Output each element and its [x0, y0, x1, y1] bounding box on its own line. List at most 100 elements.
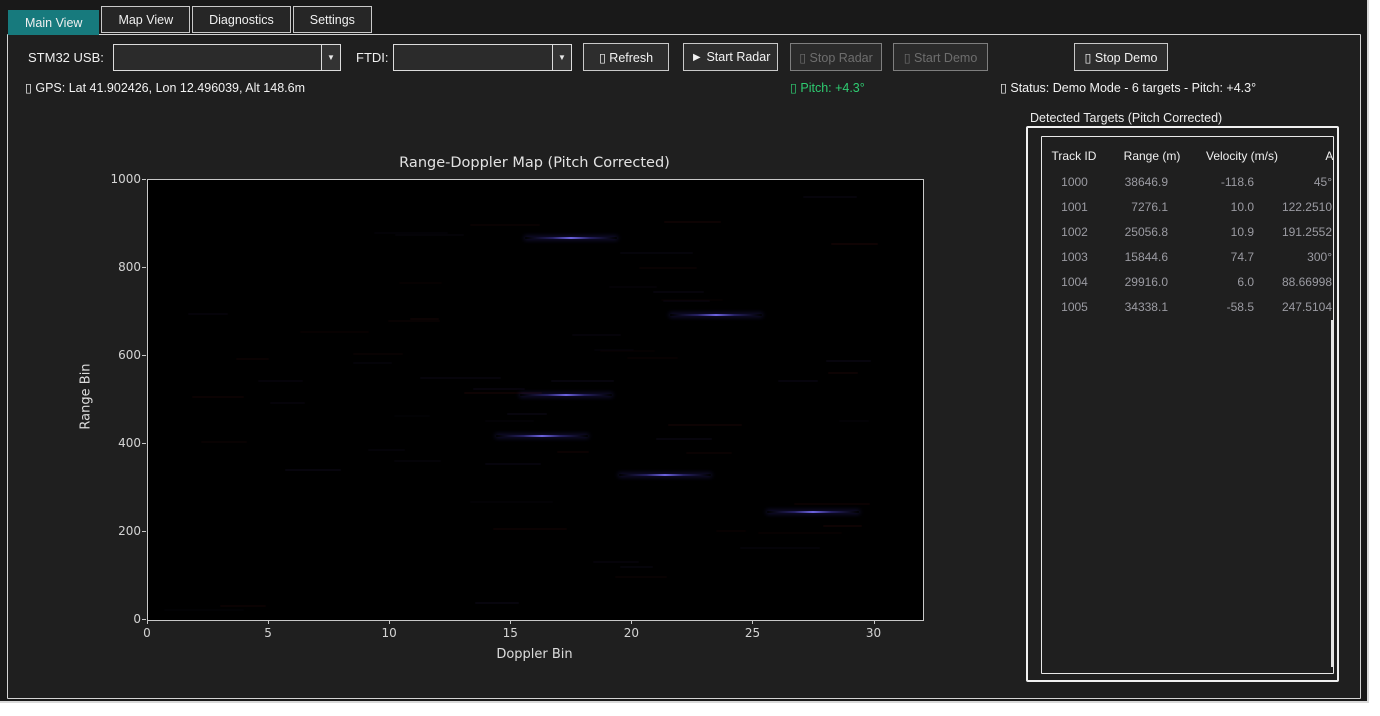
noise-speck	[475, 602, 519, 604]
cell-range-m: 15844.6	[1125, 250, 1168, 264]
target-blip	[525, 237, 617, 239]
targets-panel-title: Detected Targets (Pitch Corrected)	[1030, 111, 1222, 125]
y-tick	[142, 355, 146, 356]
noise-speck	[609, 286, 657, 288]
ftdi-combobox-value	[394, 45, 552, 70]
stm32-usb-combobox-value	[114, 45, 321, 70]
cell-track-id: 1004	[1047, 275, 1102, 289]
noise-speck	[201, 441, 246, 443]
table-row[interactable]: 10017276.110.0122.2510	[1042, 195, 1333, 220]
chart-title: Range-Doppler Map (Pitch Corrected)	[147, 155, 922, 171]
noise-speck	[823, 525, 862, 527]
x-tick-label: 25	[745, 626, 760, 640]
cell-track-id: 1002	[1047, 225, 1102, 239]
noise-speck	[627, 357, 678, 359]
start-demo-button: ▯ Start Demo	[893, 43, 988, 71]
noise-speck	[485, 463, 541, 465]
noise-speck	[740, 547, 820, 549]
target-blip	[520, 394, 612, 396]
y-tick	[142, 267, 146, 268]
noise-speck	[839, 420, 869, 422]
ftdi-dropdown-button[interactable]: ▼	[552, 45, 571, 70]
column-header-range-m[interactable]: Range (m)	[1110, 149, 1194, 163]
noise-speck	[353, 362, 393, 364]
table-row[interactable]: 100429916.06.088.66998	[1042, 270, 1333, 295]
table-row[interactable]: 100315844.674.7300°	[1042, 245, 1333, 270]
targets-table-header: Track ID Range (m) Velocity (m/s) Azimuth	[1042, 144, 1333, 170]
y-tick-label: 200	[118, 524, 141, 538]
noise-speck	[778, 380, 818, 382]
cell-range-m: 38646.9	[1125, 175, 1168, 189]
noise-speck	[220, 605, 266, 607]
x-tick	[874, 620, 875, 624]
column-header-velocity-m-s[interactable]: Velocity (m/s)	[1200, 149, 1284, 163]
noise-speck	[620, 566, 652, 568]
noise-speck	[300, 331, 370, 333]
y-tick-label: 400	[118, 436, 141, 450]
noise-speck	[368, 449, 405, 451]
cell-velocity: -58.5	[1227, 300, 1254, 314]
noise-speck	[600, 350, 655, 352]
targets-table-scrollbar[interactable]	[1331, 320, 1333, 667]
x-tick-label: 0	[143, 626, 151, 640]
ftdi-combobox[interactable]: ▼	[393, 44, 572, 71]
y-tick	[142, 443, 146, 444]
noise-speck	[473, 388, 525, 390]
targets-table[interactable]: Track ID Range (m) Velocity (m/s) Azimuth 1…	[1041, 136, 1334, 674]
start-radar-button[interactable]: ► Start Radar	[683, 43, 778, 71]
refresh-button[interactable]: ▯ Refresh	[583, 43, 669, 71]
cell-velocity: 6.0	[1237, 275, 1254, 289]
noise-speck	[661, 299, 723, 301]
y-axis-label: Range Bin	[79, 347, 94, 447]
x-tick	[631, 620, 632, 624]
x-tick	[752, 620, 753, 624]
x-tick-label: 5	[264, 626, 272, 640]
x-tick	[268, 620, 269, 624]
tab-diagnostics[interactable]: Diagnostics	[192, 6, 291, 33]
stop-demo-button[interactable]: ▯ Stop Demo	[1074, 43, 1168, 71]
noise-speck	[420, 377, 501, 379]
stm32-usb-label: STM32 USB:	[28, 50, 104, 65]
cell-velocity: 10.9	[1231, 225, 1254, 239]
tab-settings[interactable]: Settings	[293, 6, 372, 33]
table-row[interactable]: 100534338.1-58.5247.5104	[1042, 295, 1333, 320]
cell-velocity: -118.6	[1221, 175, 1254, 189]
cell-track-id: 1003	[1047, 250, 1102, 264]
noise-speck	[192, 396, 244, 398]
noise-speck	[686, 452, 732, 454]
stop-radar-button: ▯ Stop Radar	[790, 43, 882, 71]
noise-speck	[803, 196, 857, 198]
cell-range-m: 7276.1	[1131, 200, 1168, 214]
noise-speck	[557, 451, 590, 453]
y-tick	[142, 531, 146, 532]
noise-speck	[470, 501, 553, 503]
cell-azimuth: 88.66998	[1282, 275, 1332, 289]
tab-main-view[interactable]: Main View	[8, 10, 99, 35]
range-doppler-heatmap[interactable]	[147, 179, 924, 621]
tab-map-view[interactable]: Map View	[101, 6, 190, 33]
ftdi-label: FTDI:	[356, 50, 389, 65]
app-window: Main ViewMap ViewDiagnosticsSettings STM…	[0, 0, 1369, 703]
chevron-down-icon: ▼	[558, 53, 566, 62]
cell-azimuth: 45°	[1314, 175, 1332, 189]
table-row[interactable]: 100225056.810.9191.2552	[1042, 220, 1333, 245]
noise-speck	[668, 424, 743, 426]
column-header-azimuth[interactable]: Azimuth	[1307, 149, 1334, 163]
demo-status-text: ▯ Status: Demo Mode - 6 targets - Pitch:…	[1000, 80, 1256, 95]
chevron-down-icon: ▼	[327, 53, 335, 62]
target-blip	[670, 314, 762, 316]
targets-table-body: 100038646.9-118.645°10017276.110.0122.25…	[1042, 170, 1333, 320]
x-tick	[389, 620, 390, 624]
stm32-usb-combobox[interactable]: ▼	[113, 44, 341, 71]
stm32-usb-dropdown-button[interactable]: ▼	[321, 45, 340, 70]
noise-speck	[270, 402, 304, 404]
column-header-track-id[interactable]: Track ID	[1042, 149, 1106, 163]
noise-speck	[831, 243, 878, 245]
noise-speck	[620, 252, 693, 254]
target-blip	[619, 474, 711, 476]
noise-speck	[615, 576, 668, 578]
noise-speck	[410, 318, 439, 320]
noise-speck	[551, 380, 614, 382]
x-tick	[510, 620, 511, 624]
table-row[interactable]: 100038646.9-118.645°	[1042, 170, 1333, 195]
